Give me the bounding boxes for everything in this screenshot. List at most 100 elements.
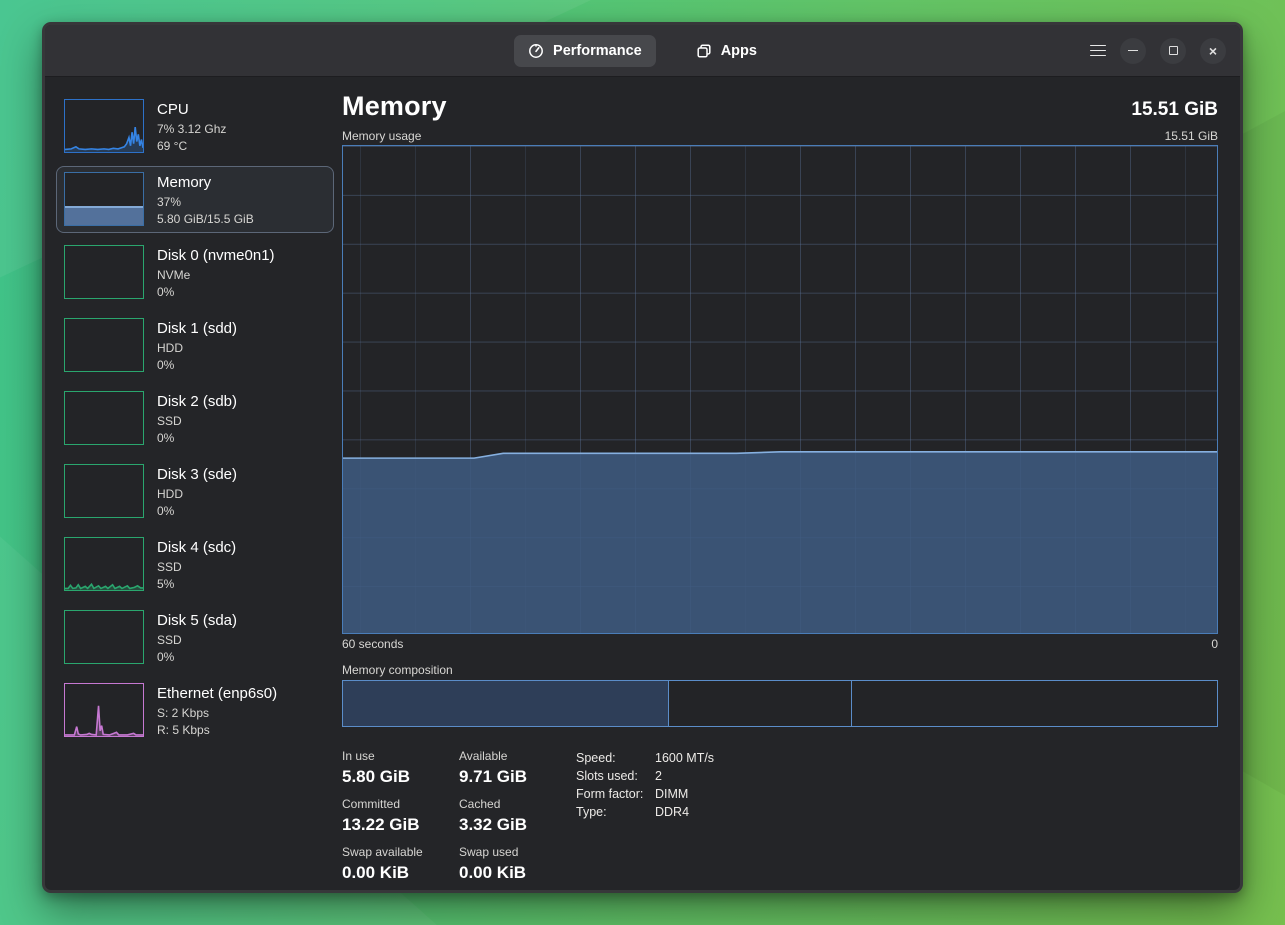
window-content: CPU 7% 3.12 Ghz 69 °C Memory 37% 5.80 Gi… xyxy=(45,77,1240,890)
tab-apps-label: Apps xyxy=(721,43,757,59)
memory-composition-bar xyxy=(342,680,1218,727)
usage-graph-labels: Memory usage 15.51 GiB xyxy=(342,129,1218,143)
sidebar-item-title: Disk 0 (nvme0n1) xyxy=(157,246,275,265)
sidebar-item-title: Disk 1 (sdd) xyxy=(157,319,237,338)
sidebar-item-title: CPU xyxy=(157,100,226,119)
view-tabs: Performance Apps xyxy=(45,35,1240,67)
sidebar-item-disk5[interactable]: Disk 5 (sda) SSD 0% xyxy=(56,604,334,671)
detail-label-form-factor: Form factor: xyxy=(576,787,655,801)
memory-usage-graph xyxy=(342,145,1218,634)
disk2-mini-graph xyxy=(64,391,144,445)
sidebar-item-line2: 0% xyxy=(157,284,275,301)
sidebar-item-line2: 69 °C xyxy=(157,138,226,155)
ethernet-mini-graph xyxy=(64,683,144,737)
maximize-button[interactable] xyxy=(1160,38,1186,64)
detail-value-type: DDR4 xyxy=(655,805,714,819)
sidebar-item-line1: HDD xyxy=(157,340,237,357)
cpu-mini-graph xyxy=(64,99,144,153)
stat-value: 0.00 KiB xyxy=(459,863,576,883)
titlebar: Performance Apps × xyxy=(45,25,1240,77)
memory-panel: Memory 15.51 GiB Memory usage 15.51 GiB … xyxy=(342,77,1240,890)
stat-value: 9.71 GiB xyxy=(459,767,576,787)
sidebar-item-line1: HDD xyxy=(157,486,237,503)
stat-label: Committed xyxy=(342,797,459,811)
sidebar-item-line2: 0% xyxy=(157,430,237,447)
stat-label: Cached xyxy=(459,797,576,811)
app-window: Performance Apps × CPU 7% 3.12 Ghz 69 °C xyxy=(42,22,1243,893)
tab-performance[interactable]: Performance xyxy=(514,35,656,67)
page-title: Memory xyxy=(342,91,447,122)
minimize-button[interactable] xyxy=(1120,38,1146,64)
sidebar-item-line2: 5.80 GiB/15.5 GiB xyxy=(157,211,254,228)
composition-title: Memory composition xyxy=(342,663,1218,677)
stat-value: 13.22 GiB xyxy=(342,815,459,835)
memory-stats: In use 5.80 GiBAvailable 9.71 GiBCommitted… xyxy=(342,749,576,893)
sidebar-item-title: Disk 3 (sde) xyxy=(157,465,237,484)
sidebar-item-line1: NVMe xyxy=(157,267,275,284)
x-axis-left-label: 60 seconds xyxy=(342,637,403,651)
memory-stats-section: In use 5.80 GiBAvailable 9.71 GiBCommitted… xyxy=(342,749,1218,893)
sparkline-chart xyxy=(65,100,143,152)
tab-performance-label: Performance xyxy=(553,43,642,59)
disk5-mini-graph xyxy=(64,610,144,664)
stat-in-use: In use 5.80 GiB xyxy=(342,749,459,787)
disk3-mini-graph xyxy=(64,464,144,518)
sidebar-item-ethernet[interactable]: Ethernet (enp6s0) S: 2 Kbps R: 5 Kbps xyxy=(56,677,334,744)
sidebar-item-line1: SSD xyxy=(157,632,237,649)
composition-segment-3 xyxy=(851,681,1217,726)
stat-available: Available 9.71 GiB xyxy=(459,749,576,787)
sidebar-item-line2: R: 5 Kbps xyxy=(157,722,277,739)
sidebar-item-disk2[interactable]: Disk 2 (sdb) SSD 0% xyxy=(56,385,334,452)
memory-mini-graph xyxy=(64,172,144,226)
sidebar-item-line1: SSD xyxy=(157,559,236,576)
sidebar-item-disk3[interactable]: Disk 3 (sde) HDD 0% xyxy=(56,458,334,525)
stat-label: Available xyxy=(459,749,576,763)
stat-committed: Committed 13.22 GiB xyxy=(342,797,459,835)
stat-label: Swap used xyxy=(459,845,576,859)
stat-value: 5.80 GiB xyxy=(342,767,459,787)
disk1-mini-graph xyxy=(64,318,144,372)
memory-hardware-details: Speed:1600 MT/sSlots used:2Form factor:D… xyxy=(576,749,714,893)
close-icon: × xyxy=(1209,44,1217,58)
memory-total: 15.51 GiB xyxy=(1131,99,1218,121)
composition-segment-2 xyxy=(668,681,851,726)
sidebar-item-cpu[interactable]: CPU 7% 3.12 Ghz 69 °C xyxy=(56,93,334,160)
maximize-icon xyxy=(1169,46,1178,55)
stat-label: In use xyxy=(342,749,459,763)
apps-icon xyxy=(696,43,712,59)
sidebar-item-title: Disk 2 (sdb) xyxy=(157,392,237,411)
tab-apps[interactable]: Apps xyxy=(682,35,771,67)
memory-header: Memory 15.51 GiB xyxy=(342,91,1218,122)
sidebar-item-line2: 0% xyxy=(157,503,237,520)
composition-segment-1 xyxy=(343,681,668,726)
sidebar-item-line1: 7% 3.12 Ghz xyxy=(157,121,226,138)
sidebar-item-line2: 0% xyxy=(157,357,237,374)
performance-gauge-icon xyxy=(528,43,544,59)
stat-value: 0.00 KiB xyxy=(342,863,459,883)
sidebar-item-memory[interactable]: Memory 37% 5.80 GiB/15.5 GiB xyxy=(56,166,334,233)
sidebar-item-line1: SSD xyxy=(157,413,237,430)
menu-icon[interactable] xyxy=(1090,41,1106,61)
memory-usage-area-chart xyxy=(343,146,1217,633)
sparkline-chart xyxy=(65,684,143,736)
usage-graph-x-axis: 60 seconds 0 xyxy=(342,637,1218,651)
x-axis-right-label: 0 xyxy=(1211,637,1218,651)
detail-value-speed: 1600 MT/s xyxy=(655,751,714,765)
sidebar-item-disk0[interactable]: Disk 0 (nvme0n1) NVMe 0% xyxy=(56,239,334,306)
sidebar-item-title: Disk 5 (sda) xyxy=(157,611,237,630)
sidebar-item-disk1[interactable]: Disk 1 (sdd) HDD 0% xyxy=(56,312,334,379)
sidebar-item-line2: 0% xyxy=(157,649,237,666)
memory-mini-fill xyxy=(65,206,143,225)
stat-cached: Cached 3.32 GiB xyxy=(459,797,576,835)
usage-graph-max-label: 15.51 GiB xyxy=(1165,129,1218,143)
sidebar-item-line1: S: 2 Kbps xyxy=(157,705,277,722)
sidebar-item-title: Disk 4 (sdc) xyxy=(157,538,236,557)
detail-value-form-factor: DIMM xyxy=(655,787,714,801)
detail-label-slots-used: Slots used: xyxy=(576,769,655,783)
close-button[interactable]: × xyxy=(1200,38,1226,64)
window-controls: × xyxy=(1090,38,1226,64)
stat-value: 3.32 GiB xyxy=(459,815,576,835)
sidebar-item-title: Memory xyxy=(157,173,254,192)
sidebar-item-line1: 37% xyxy=(157,194,254,211)
sidebar-item-disk4[interactable]: Disk 4 (sdc) SSD 5% xyxy=(56,531,334,598)
